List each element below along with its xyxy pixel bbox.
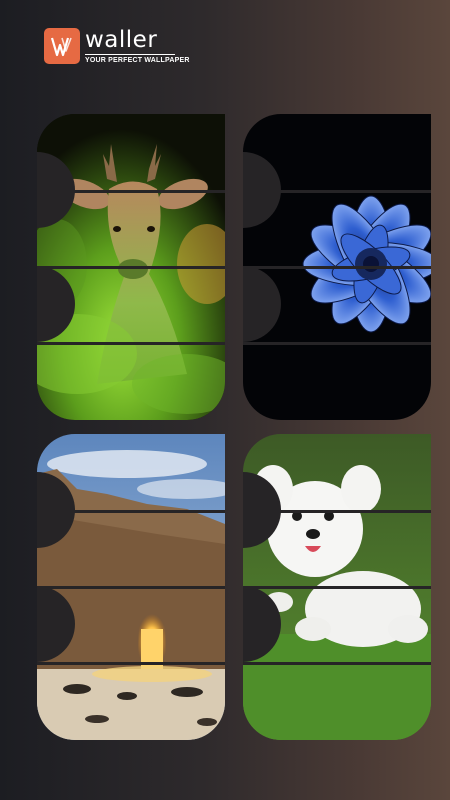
- app-name: waller: [85, 26, 158, 53]
- logo-mark-icon: [44, 28, 80, 64]
- app-logo: waller YOUR PERFECT WALLPAPER: [44, 28, 190, 64]
- logo-divider: [85, 53, 175, 55]
- wallpaper-tile-dog[interactable]: [243, 434, 431, 740]
- wallpaper-tile-deer[interactable]: [37, 114, 225, 420]
- app-tagline: YOUR PERFECT WALLPAPER: [85, 56, 190, 64]
- wallpaper-tile-rock-arch[interactable]: [37, 434, 225, 740]
- wallpaper-tile-flower[interactable]: [243, 114, 431, 420]
